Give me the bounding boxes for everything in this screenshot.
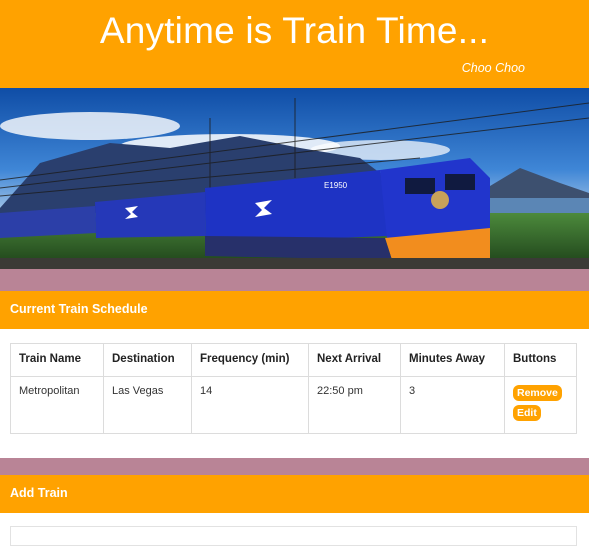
cell-train-name: Metropolitan — [11, 376, 104, 433]
remove-button[interactable]: Remove — [513, 385, 562, 401]
cell-next-arrival: 22:50 pm — [308, 376, 401, 433]
cell-buttons: Remove Edit — [504, 376, 576, 433]
train-photo: E1950 — [0, 88, 589, 269]
cell-minutes-away: 3 — [400, 376, 505, 433]
cell-frequency: 14 — [191, 376, 309, 433]
column-header-next-arrival: Next Arrival — [308, 344, 401, 377]
table-header-row: Train Name Destination Frequency (min) N… — [11, 344, 576, 377]
header-jumbotron: Anytime is Train Time... Choo Choo — [0, 0, 589, 88]
section-divider — [0, 269, 589, 291]
schedule-heading: Current Train Schedule — [10, 302, 148, 316]
edit-button[interactable]: Edit — [513, 405, 541, 421]
add-train-heading: Add Train — [10, 486, 68, 500]
schedule-panel-heading: Current Train Schedule — [0, 291, 589, 329]
add-train-panel-heading: Add Train — [0, 475, 589, 513]
table-row: Metropolitan Las Vegas 14 22:50 pm 3 Rem… — [11, 376, 576, 433]
column-header-buttons: Buttons — [504, 344, 576, 377]
column-header-train-name: Train Name — [11, 344, 104, 377]
column-header-frequency: Frequency (min) — [191, 344, 309, 377]
cell-destination: Las Vegas — [103, 376, 192, 433]
locomotive-number: E1950 — [324, 181, 348, 190]
add-train-form — [10, 526, 577, 546]
train-banner-image: E1950 — [0, 88, 589, 269]
page-title: Anytime is Train Time... — [99, 10, 490, 51]
section-divider — [0, 458, 589, 475]
page-subtitle: Choo Choo — [461, 61, 525, 75]
column-header-destination: Destination — [103, 344, 192, 377]
column-header-minutes-away: Minutes Away — [400, 344, 505, 377]
schedule-table: Train Name Destination Frequency (min) N… — [10, 343, 577, 434]
